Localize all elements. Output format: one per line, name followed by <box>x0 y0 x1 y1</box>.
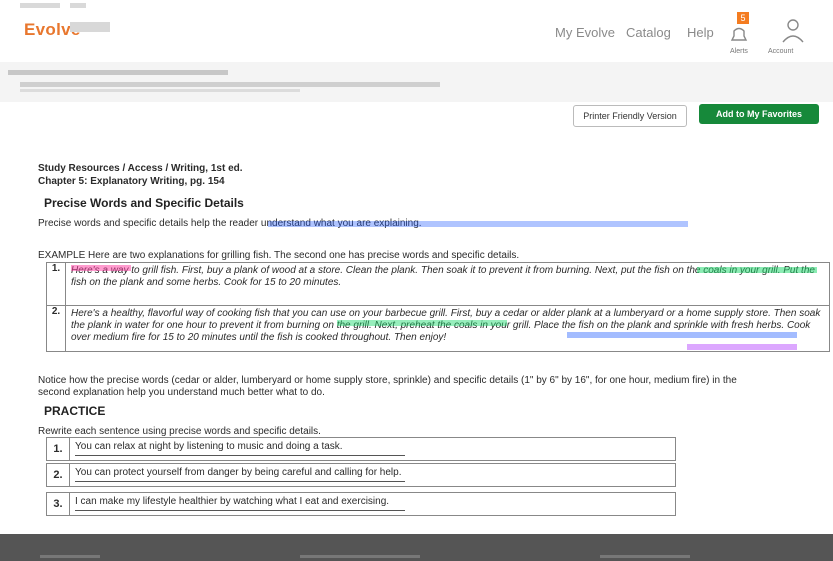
highlight <box>567 332 797 338</box>
highlight <box>337 320 507 326</box>
example-lead: EXAMPLE Here are two explanations for gr… <box>38 250 520 261</box>
top-strip <box>0 0 833 12</box>
practice-title: PRACTICE <box>44 404 106 418</box>
highlight <box>687 344 797 350</box>
example-row: 2. Here's a healthy, flavorful way of co… <box>47 305 829 352</box>
source-line: Study Resources / Access / Writing, 1st … <box>38 163 243 174</box>
breadcrumb-title <box>20 82 440 87</box>
practice-text: I can make my lifestyle healthier by wat… <box>75 496 390 507</box>
practice-text: You can relax at night by listening to m… <box>75 441 343 452</box>
nav-help[interactable]: Help <box>687 25 714 40</box>
answer-line[interactable] <box>75 510 405 511</box>
footer-link[interactable] <box>600 555 690 558</box>
highlight <box>268 221 688 227</box>
practice-row: 3. I can make my lifestyle healthier by … <box>46 492 676 516</box>
section-title: Precise Words and Specific Details <box>44 196 244 210</box>
practice-row: 2. You can protect yourself from danger … <box>46 463 676 487</box>
highlight <box>697 267 817 273</box>
practice-lead: Rewrite each sentence using precise word… <box>38 426 321 437</box>
alert-count-badge: 5 <box>737 12 749 24</box>
example-number: 2. <box>47 306 66 352</box>
alerts-label: Alerts <box>730 48 748 55</box>
page-footer <box>0 534 833 561</box>
example-text: Here's a healthy, flavorful way of cooki… <box>71 308 821 343</box>
practice-row: 1. You can relax at night by listening t… <box>46 437 676 461</box>
practice-number: 3. <box>47 493 70 515</box>
account-icon[interactable] <box>778 14 808 44</box>
nav-catalog[interactable]: Catalog <box>626 25 671 40</box>
nav-my-evolve[interactable]: My Evolve <box>555 25 615 40</box>
practice-number: 2. <box>47 464 70 486</box>
top-strip-mark <box>70 3 86 8</box>
breadcrumb-subtitle <box>20 89 300 92</box>
breadcrumb-link[interactable] <box>8 70 228 75</box>
example-number: 1. <box>47 263 66 305</box>
footer-link[interactable] <box>40 555 100 558</box>
example-table: 1. Here's a way to grill fish. First, bu… <box>46 262 830 352</box>
logo-tagline <box>70 22 110 32</box>
practice-number: 1. <box>47 438 70 460</box>
top-strip-mark <box>20 3 60 8</box>
answer-line[interactable] <box>75 455 405 456</box>
example-row: 1. Here's a way to grill fish. First, bu… <box>47 263 829 305</box>
printer-friendly-button[interactable]: Printer Friendly Version <box>573 105 687 127</box>
answer-line[interactable] <box>75 481 405 482</box>
account-label: Account <box>768 48 794 55</box>
practice-text: You can protect yourself from danger by … <box>75 467 402 478</box>
notice-text: Notice how the precise words (cedar or a… <box>38 375 737 398</box>
footer-link[interactable] <box>300 555 420 558</box>
chapter-line: Chapter 5: Explanatory Writing, pg. 154 <box>38 176 225 187</box>
add-to-favorites-button[interactable]: Add to My Favorites <box>699 104 819 124</box>
highlight <box>71 265 131 271</box>
breadcrumb <box>0 62 833 102</box>
bell-icon[interactable] <box>726 22 752 48</box>
